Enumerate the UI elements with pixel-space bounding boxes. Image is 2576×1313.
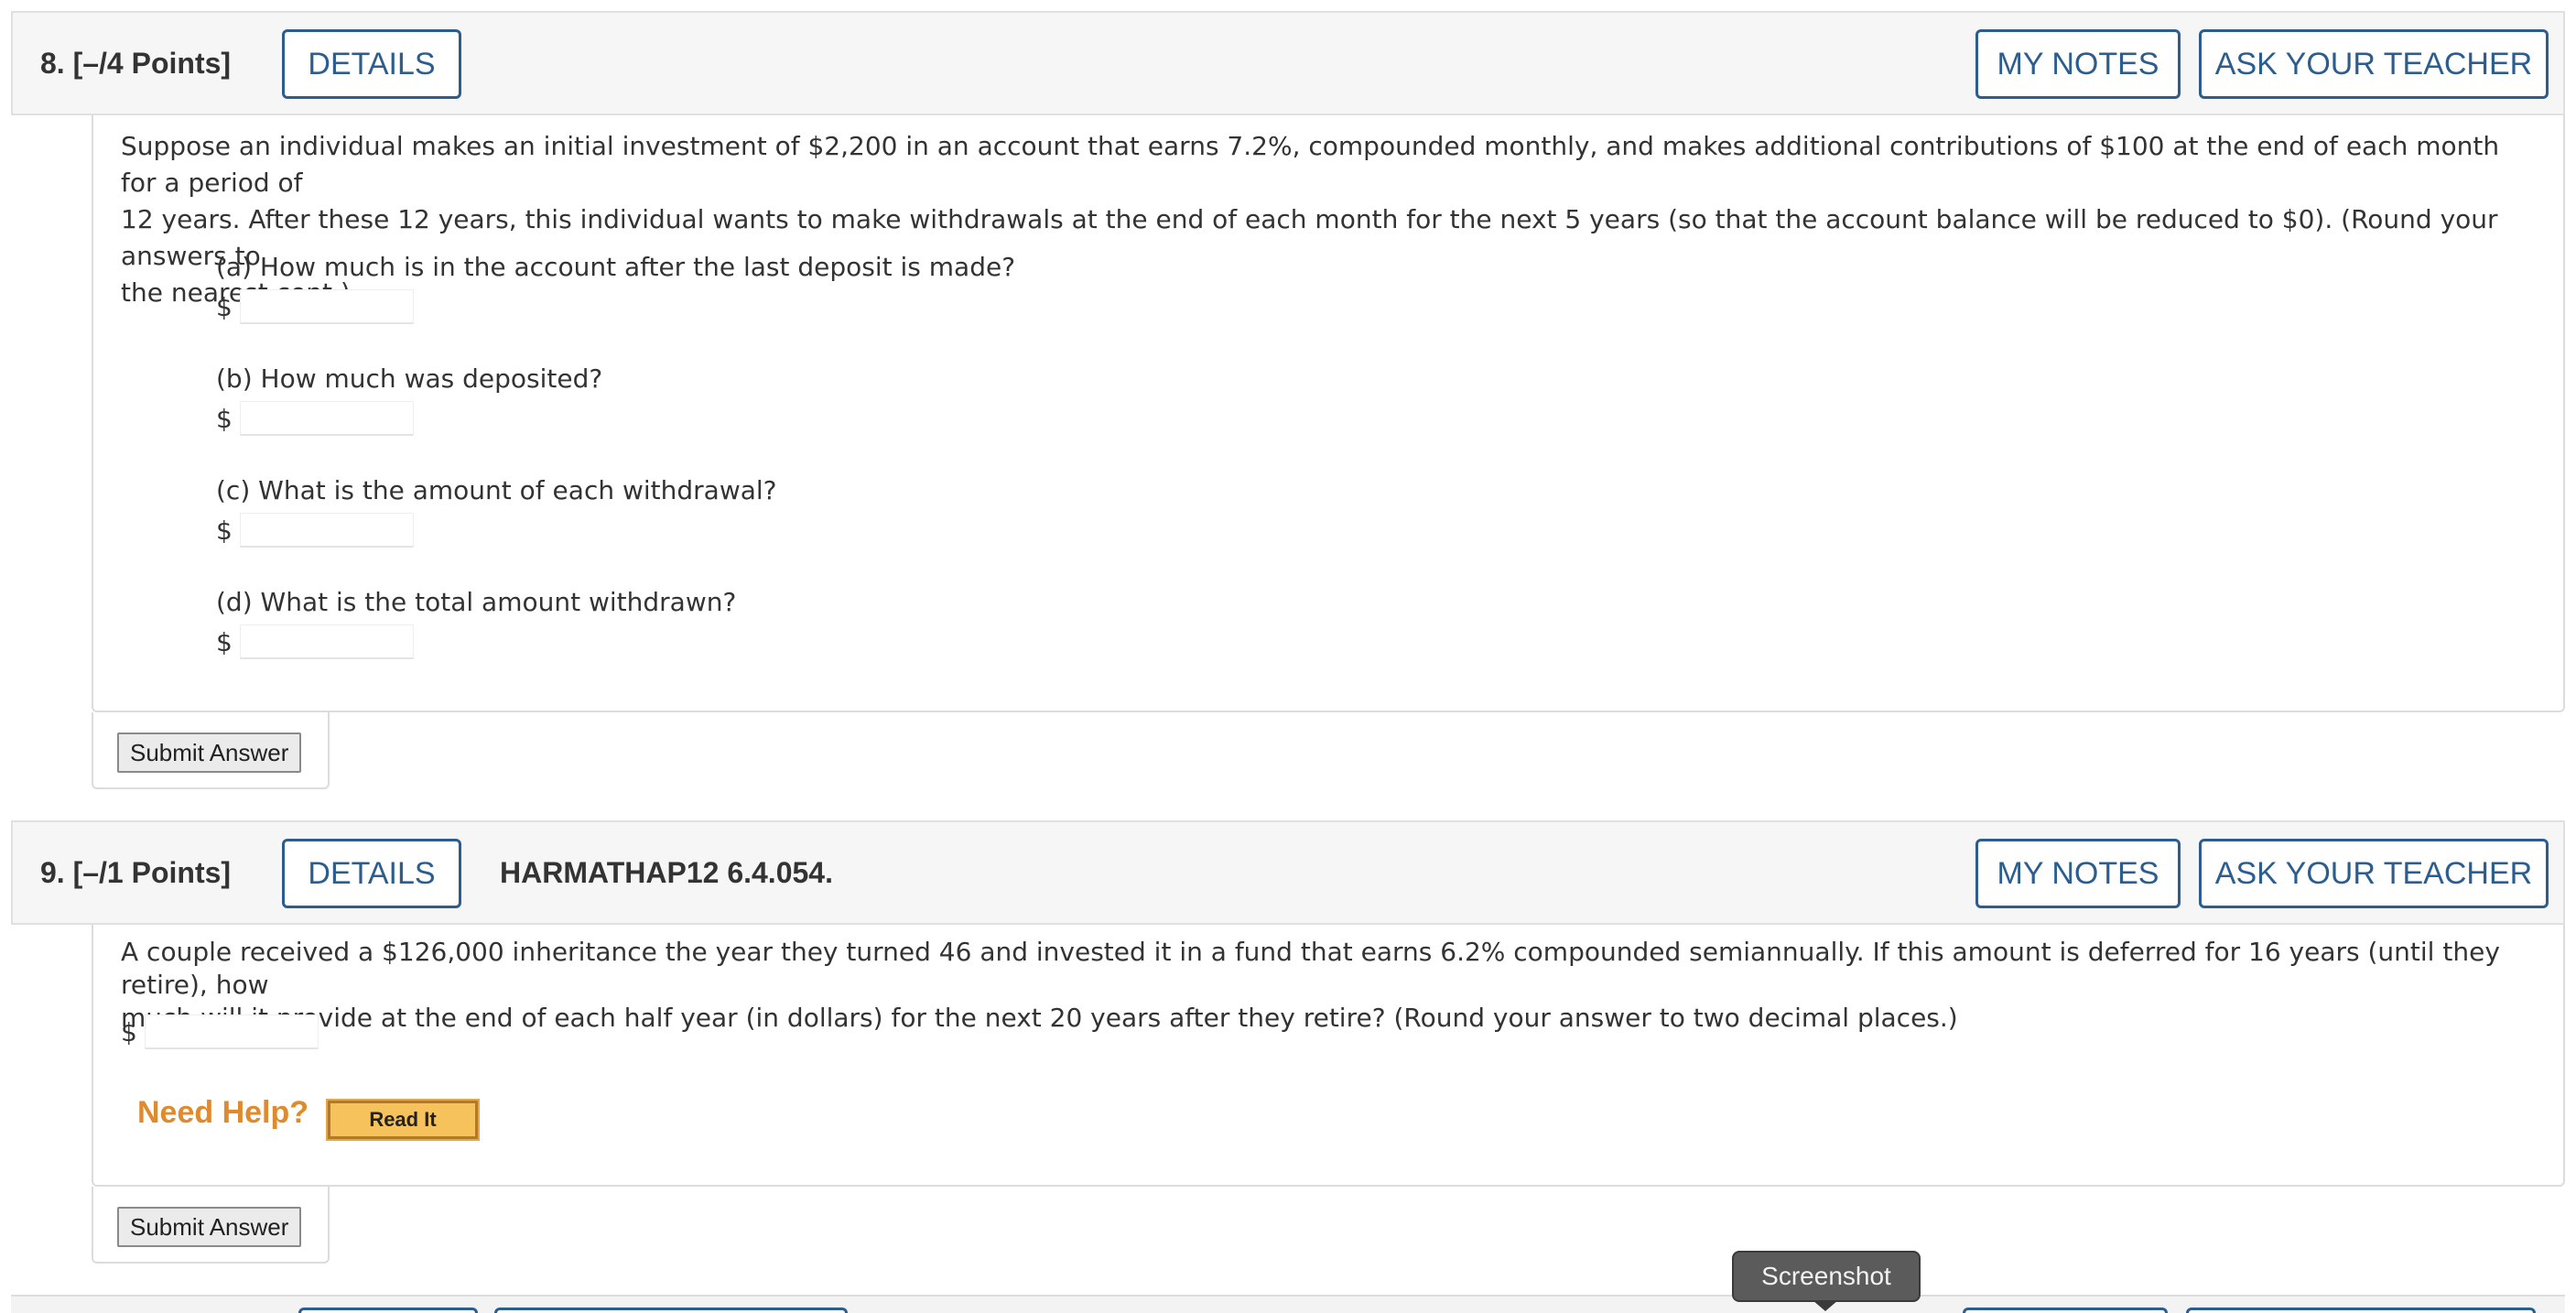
part-a-answer-input[interactable] [240,289,414,324]
my-notes-button[interactable]: MY NOTES [1975,29,2181,99]
question-8-body: Suppose an individual makes an initial i… [92,115,2565,712]
question-points: [–/1 Points] [72,856,232,889]
ask-your-teacher-button[interactable]: ASK YOUR TEACHER [2199,839,2549,908]
part-b-label: (b) How much was deposited? [216,364,603,394]
need-help-label: Need Help? [137,1095,309,1130]
details-button[interactable]: DETAILS [282,839,461,908]
question-number: 8. [40,47,65,80]
question-8-header: 8. [–/4 Points] DETAILS MY NOTES ASK YOU… [11,11,2565,115]
question-9-number-points: 9. [–/1 Points] [40,822,231,923]
question-text-line: much will it provide at the end of each … [121,1003,1958,1033]
question-9-body: A couple received a $126,000 inheritance… [92,925,2565,1187]
details-button[interactable]: DETAILS [282,29,461,99]
details-button-partial[interactable] [298,1308,478,1313]
question-8-submit-area: Submit Answer [92,712,330,789]
answer-input[interactable] [145,1015,319,1049]
part-d-label: (d) What is the total amount withdrawn? [216,587,737,617]
question-8-part-d: (d) What is the total amount withdrawn? … [216,584,736,659]
part-c-answer-input[interactable] [240,513,414,548]
read-it-button[interactable]: Read It [326,1099,480,1141]
question-number: 9. [40,856,65,889]
question-points: [–/4 Points] [72,47,232,80]
dollar-sign: $ [216,515,233,546]
my-notes-button[interactable]: MY NOTES [1975,839,2181,908]
question-text-line: Suppose an individual makes an initial i… [121,131,2500,198]
submit-answer-button[interactable]: Submit Answer [117,732,302,773]
part-d-answer-input[interactable] [240,624,414,659]
ask-your-teacher-button-partial[interactable] [2186,1308,2536,1313]
question-text-line: A couple received a $126,000 inheritance… [121,937,2500,1000]
dollar-sign: $ [216,403,233,434]
question-8-part-a: (a) How much is in the account after the… [216,249,1015,324]
question-9-header: 9. [–/1 Points] DETAILS HARMATHAP12 6.4.… [11,820,2565,925]
part-b-answer-input[interactable] [240,401,414,436]
part-a-label: (a) How much is in the account after the… [216,252,1016,282]
question-8-part-b: (b) How much was deposited? $ [216,361,602,436]
part-c-label: (c) What is the amount of each withdrawa… [216,475,777,505]
header-button-partial[interactable] [494,1308,848,1313]
question-8-number-points: 8. [–/4 Points] [40,13,231,114]
screenshot-tooltip: Screenshot [1732,1251,1921,1302]
question-code: HARMATHAP12 6.4.054. [500,856,833,889]
my-notes-button-partial[interactable] [1963,1308,2168,1313]
submit-answer-button[interactable]: Submit Answer [117,1207,302,1247]
ask-your-teacher-button[interactable]: ASK YOUR TEACHER [2199,29,2549,99]
dollar-sign: $ [121,1016,137,1047]
question-9-answer: $ [121,1011,319,1049]
question-9-submit-area: Submit Answer [92,1187,330,1264]
question-8-part-c: (c) What is the amount of each withdrawa… [216,472,777,548]
question-9-text: A couple received a $126,000 inheritance… [121,936,2530,1035]
dollar-sign: $ [216,626,233,657]
dollar-sign: $ [216,291,233,322]
tooltip-arrow-icon [1813,1300,1838,1311]
